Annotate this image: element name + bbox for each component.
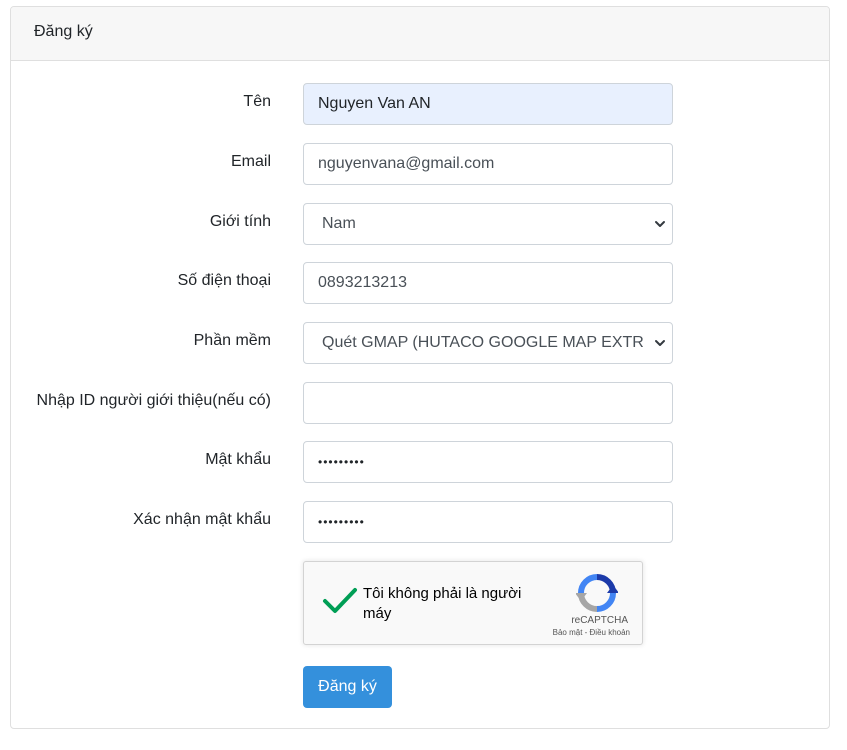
software-select[interactable]: Quét GMAP (HUTACO GOOGLE MAP EXTR <box>303 322 673 364</box>
password-input[interactable]: ••••••••• <box>303 441 673 483</box>
recaptcha-logo-icon <box>576 574 618 612</box>
form-row-name: Tên Nguyen Van AN <box>11 83 829 125</box>
form-row-email: Email nguyenvana@gmail.com <box>11 143 829 185</box>
confirm-password-input[interactable]: ••••••••• <box>303 501 673 543</box>
chevron-down-icon <box>655 340 665 346</box>
recaptcha-text: Tôi không phải là người máy <box>363 585 522 622</box>
chevron-down-icon <box>655 221 665 227</box>
card-title: Đăng ký <box>34 23 93 40</box>
confirm-password-label: Xác nhận mật khẩu <box>133 511 271 528</box>
form-row-referral: Nhập ID người giới thiệu(nếu có) <box>11 382 829 424</box>
recaptcha-links[interactable]: Bảo mật - Điều khoản <box>553 628 630 637</box>
phone-label: Số điện thoại <box>177 272 271 289</box>
recaptcha-brand: reCAPTCHA <box>571 615 628 626</box>
gender-label: Giới tính <box>209 213 271 230</box>
email-input[interactable]: nguyenvana@gmail.com <box>303 143 673 185</box>
referral-input[interactable] <box>303 382 673 424</box>
form-row-software: Phần mềm Quét GMAP (HUTACO GOOGLE MAP EX… <box>11 322 829 364</box>
phone-input[interactable]: 0893213213 <box>303 262 673 304</box>
name-label: Tên <box>243 93 271 110</box>
software-selected-value: Quét GMAP (HUTACO GOOGLE MAP EXTR <box>322 334 644 351</box>
form-row-phone: Số điện thoại 0893213213 <box>11 262 829 304</box>
confirm-password-masked-value: ••••••••• <box>318 515 365 529</box>
software-label: Phần mềm <box>193 332 271 349</box>
form-row-confirm-password: Xác nhận mật khẩu ••••••••• <box>11 501 829 543</box>
checkmark-icon[interactable] <box>322 586 358 616</box>
form-row-password: Mật khẩu ••••••••• <box>11 441 829 483</box>
referral-label: Nhập ID người giới thiệu(nếu có) <box>36 392 271 409</box>
name-input[interactable]: Nguyen Van AN <box>303 83 673 125</box>
gender-select[interactable]: Nam <box>303 203 673 245</box>
gender-selected-value: Nam <box>322 215 356 232</box>
password-label: Mật khẩu <box>205 451 271 468</box>
password-masked-value: ••••••••• <box>318 455 365 469</box>
email-label: Email <box>230 153 271 170</box>
form-row-gender: Giới tính Nam <box>11 203 829 245</box>
registration-card: Đăng ký Tên Nguyen Van AN Email nguyenva… <box>10 6 830 729</box>
recaptcha-widget: Tôi không phải là người máy reCAPTCHA Bả… <box>303 561 643 645</box>
card-header: Đăng ký <box>11 7 829 61</box>
register-button[interactable]: Đăng ký <box>303 666 392 708</box>
